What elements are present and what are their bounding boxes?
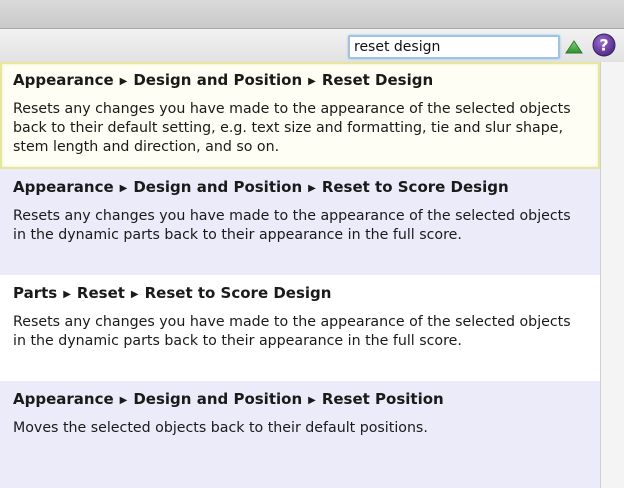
result-item-parts-reset-to-score-design[interactable]: Parts ▶ Reset ▶ Reset to Score Design Resets… xyxy=(0,275,600,381)
green-up-triangle-icon xyxy=(565,40,583,54)
path-segment: Appearance xyxy=(13,178,114,196)
path-segment: Design and Position xyxy=(133,178,303,196)
path-segment: Reset to Score Design xyxy=(321,178,509,196)
path-separator-icon: ▶ xyxy=(119,395,128,406)
result-item-reset-design[interactable]: Appearance ▶ Design and Position ▶ Reset Des… xyxy=(0,62,600,169)
path-separator-icon: ▶ xyxy=(119,183,128,194)
previous-result-button[interactable] xyxy=(564,38,584,56)
result-description: Resets any changes you have made to the … xyxy=(13,208,571,243)
path-segment: Appearance xyxy=(13,71,114,89)
app-window: ? Appearance ▶ Design and Position ▶ Reset D… xyxy=(0,0,624,488)
path-separator-icon: ▶ xyxy=(308,395,316,406)
scrollbar-track[interactable] xyxy=(601,62,624,488)
path-segment: Design and Position xyxy=(133,390,303,408)
result-description: Moves the selected objects back to their… xyxy=(13,420,428,436)
title-bar xyxy=(0,0,624,29)
path-segment: Reset xyxy=(76,284,125,302)
path-segment: Reset Position xyxy=(321,390,444,408)
result-description: Resets any changes you have made to the … xyxy=(13,314,571,349)
search-input[interactable] xyxy=(348,35,560,59)
result-path: Appearance ▶ Design and Position ▶ Reset to … xyxy=(13,177,587,199)
path-segment: Design and Position xyxy=(133,71,303,89)
path-separator-icon: ▶ xyxy=(119,76,128,87)
path-segment: Reset Design xyxy=(321,71,434,89)
result-path: Parts ▶ Reset ▶ Reset to Score Design xyxy=(13,283,587,305)
result-path: Appearance ▶ Design and Position ▶ Reset Pos… xyxy=(13,389,587,411)
path-segment: Reset to Score Design xyxy=(144,284,332,302)
result-description: Resets any changes you have made to the … xyxy=(13,101,571,155)
path-separator-icon: ▶ xyxy=(308,76,316,87)
result-item-reset-to-score-design[interactable]: Appearance ▶ Design and Position ▶ Reset to … xyxy=(0,169,600,275)
search-toolbar: ? xyxy=(0,29,624,63)
path-separator-icon: ▶ xyxy=(130,289,139,300)
result-item-reset-position[interactable]: Appearance ▶ Design and Position ▶ Reset Pos… xyxy=(0,381,600,488)
search-results-list: Appearance ▶ Design and Position ▶ Reset Des… xyxy=(0,62,601,488)
svg-text:?: ? xyxy=(599,36,608,55)
help-question-icon: ? xyxy=(592,33,616,57)
path-segment: Appearance xyxy=(13,390,114,408)
path-separator-icon: ▶ xyxy=(63,289,71,300)
path-segment: Parts xyxy=(13,284,58,302)
path-separator-icon: ▶ xyxy=(308,183,316,194)
result-path: Appearance ▶ Design and Position ▶ Reset Des… xyxy=(13,70,587,92)
help-button[interactable]: ? xyxy=(592,33,616,57)
